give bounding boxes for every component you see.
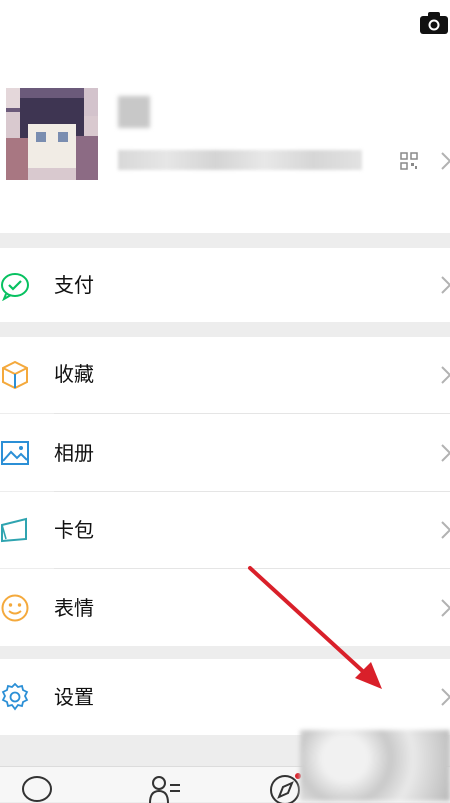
menu-item-label: 支付 bbox=[54, 273, 94, 297]
menu-item-album[interactable]: 相册 bbox=[0, 414, 450, 491]
menu-item-label: 卡包 bbox=[54, 518, 94, 542]
chevron-right-icon[interactable] bbox=[440, 151, 450, 171]
discover-tab-icon[interactable] bbox=[268, 773, 302, 803]
stickers-icon bbox=[1, 594, 29, 622]
menu-item-favorites[interactable]: 收藏 bbox=[0, 337, 450, 413]
menu-item-label: 设置 bbox=[54, 685, 94, 709]
favorites-icon bbox=[2, 360, 28, 390]
profile-name-blurred bbox=[118, 96, 150, 128]
avatar[interactable] bbox=[6, 88, 98, 180]
chevron-right-icon bbox=[441, 366, 450, 384]
contacts-tab-icon[interactable] bbox=[148, 773, 182, 803]
blurred-watermark bbox=[300, 730, 450, 801]
profile-header bbox=[0, 0, 450, 233]
chevron-right-icon bbox=[441, 599, 450, 617]
settings-icon bbox=[1, 682, 29, 711]
chevron-right-icon bbox=[441, 688, 450, 706]
chevron-right-icon bbox=[441, 444, 450, 462]
pay-icon bbox=[1, 273, 29, 301]
album-icon bbox=[1, 441, 29, 465]
menu-item-label: 收藏 bbox=[54, 362, 94, 386]
menu-item-label: 表情 bbox=[54, 596, 94, 620]
menu-item-stickers[interactable]: 表情 bbox=[0, 569, 450, 646]
menu-item-wallet[interactable]: 卡包 bbox=[0, 492, 450, 568]
chevron-right-icon bbox=[441, 276, 450, 294]
qr-code-icon[interactable] bbox=[400, 152, 418, 170]
menu-item-settings[interactable]: 设置 bbox=[0, 659, 450, 735]
profile-id-blurred bbox=[118, 150, 362, 170]
menu-item-pay[interactable]: 支付 bbox=[0, 248, 450, 322]
chevron-right-icon bbox=[441, 521, 450, 539]
chat-tab-icon[interactable] bbox=[20, 773, 54, 803]
camera-icon[interactable] bbox=[418, 10, 450, 36]
menu-item-label: 相册 bbox=[54, 441, 94, 465]
wallet-icon bbox=[0, 517, 27, 543]
